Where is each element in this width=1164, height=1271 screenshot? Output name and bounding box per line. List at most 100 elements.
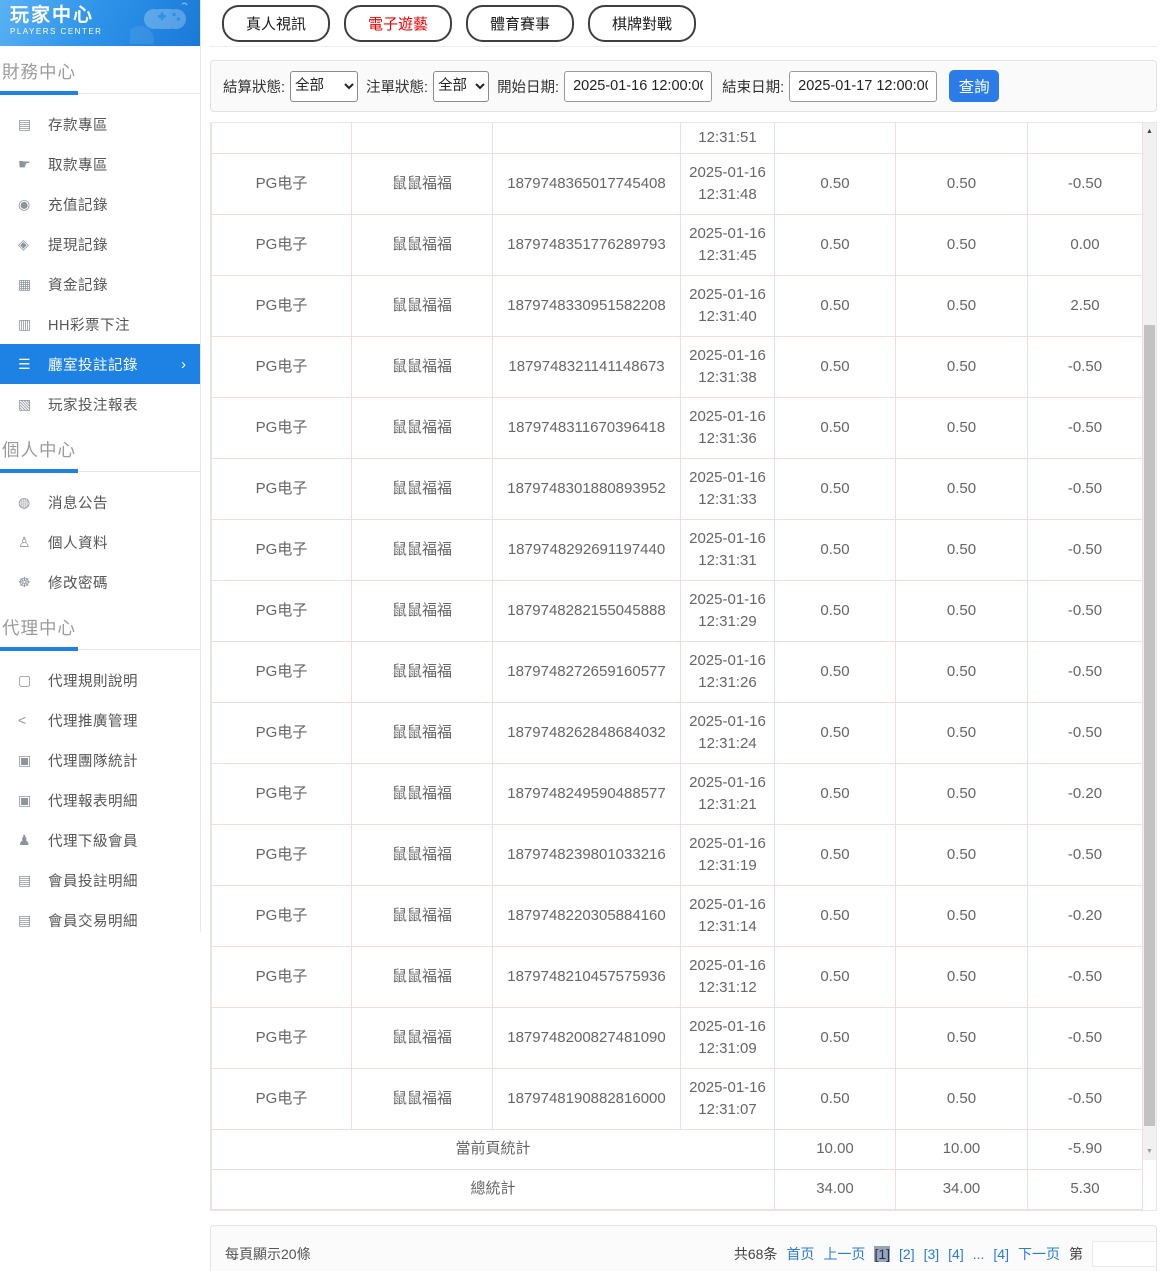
sidebar-section-personal: 個人中心 ◍消息公告♙個人資料☸修改密碼 [0,437,200,602]
sidebar-item-label: 消息公告 [48,492,108,513]
sidebar-item-agent-report-detail[interactable]: ▣代理報表明細 [0,780,200,820]
page-link[interactable]: ... [973,1246,985,1262]
sidebar-item-label: 資金記錄 [48,274,108,295]
cell-datetime: 2025-01-1612:31:09 [681,1007,775,1068]
cell-bet: 0.50 [775,519,896,580]
cell-profit: -0.50 [1028,458,1143,519]
cell-datetime: 2025-01-1612:31:38 [681,336,775,397]
sidebar-item-label: 代理規則說明 [48,670,138,691]
cell-profit [1028,123,1143,153]
section-heading: 個人中心 [2,437,200,462]
sidebar-item-funds-record[interactable]: ▦資金記錄 [0,264,200,304]
scroll-up-arrow-icon[interactable]: ▲ [1143,124,1156,139]
sidebar-item-agent-promotion[interactable]: <代理推廣管理 [0,700,200,740]
sidebar-item-hh-lottery-bet[interactable]: ▥HH彩票下注 [0,304,200,344]
cell-profit: -0.50 [1028,336,1143,397]
sidebar-item-member-transaction-detail[interactable]: ▤會員交易明細 [0,900,200,940]
withdraw-record-icon: ◈ [18,236,48,253]
cell-datetime: 2025-01-1612:31:48 [681,153,775,214]
sidebar-item-player-bet-report[interactable]: ▧玩家投注報表 [0,384,200,424]
scroll-down-arrow-icon[interactable]: ▼ [1143,1144,1156,1159]
page-link[interactable]: [4] [948,1246,964,1262]
sidebar-item-change-password[interactable]: ☸修改密碼 [0,562,200,602]
settle-status-label: 結算狀態: [223,76,285,97]
cell-valid-bet: 0.50 [896,580,1028,641]
pagination: 共68条 首页 上一页 [1][2][3][4]...[4] 下一页 第 [734,1241,1156,1267]
tab-live-video[interactable]: 真人視訊 [222,5,330,42]
cell-profit: -0.20 [1028,763,1143,824]
settle-status-select[interactable]: 全部 [290,71,358,102]
grand-total-label: 總統計 [212,1169,775,1209]
sidebar-item-label: 充值記錄 [48,194,108,215]
page-link[interactable]: [3] [924,1246,940,1262]
cell-game: PG电子 [212,885,352,946]
table-row: PG电子鼠鼠福福18797482398010332162025-01-1612:… [212,824,1143,885]
sidebar-item-label: 代理報表明細 [48,790,138,811]
sidebar: 玩家中心 PLAYERS CENTER 財務中心 [0,0,201,932]
scrollbar-thumb[interactable] [1144,325,1155,1126]
cell-valid-bet: 0.50 [896,1007,1028,1068]
sidebar-item-room-bet-record[interactable]: ☰廳室投註記錄› [0,344,200,384]
sidebar-item-notice[interactable]: ◍消息公告 [0,482,200,522]
sidebar-item-label: 代理下級會員 [48,830,138,851]
cell-datetime: 2025-01-1612:31:29 [681,580,775,641]
sidebar-item-withdraw-area[interactable]: ☛取款專區 [0,144,200,184]
start-date-input[interactable] [564,71,712,102]
next-page-link[interactable]: 下一页 [1018,1244,1060,1264]
jump-to-page-input[interactable] [1092,1241,1157,1267]
sidebar-item-deposit-area[interactable]: ▤存款專區 [0,104,200,144]
section-heading: 代理中心 [2,615,200,640]
grand-total-bet: 34.00 [775,1169,896,1209]
end-date-input[interactable] [789,71,937,102]
sidebar-item-agent-sub-members[interactable]: ♟代理下級會員 [0,820,200,860]
cell-bet: 0.50 [775,1068,896,1129]
cell-bet: 0.50 [775,153,896,214]
list-doc-icon: ▤ [18,912,48,929]
cell-valid-bet: 0.50 [896,519,1028,580]
table-row: PG电子鼠鼠福福18797483018808939522025-01-1612:… [212,458,1143,519]
sidebar-item-label: 修改密碼 [48,572,108,593]
sidebar-item-withdraw-record[interactable]: ◈提現記錄 [0,224,200,264]
table-row-partial: 12:31:51 [212,123,1143,153]
cell-game: PG电子 [212,153,352,214]
sidebar-item-member-bet-detail[interactable]: ▤會員投註明細 [0,860,200,900]
cell-order-id: 1879748249590488577 [493,763,681,824]
page-link[interactable]: [4] [993,1246,1009,1262]
document-icon: ▢ [18,672,48,689]
cell-profit: 2.50 [1028,275,1143,336]
page-link-current[interactable]: [1] [874,1246,890,1262]
order-status-select[interactable]: 全部 [433,71,489,102]
cell-valid-bet: 0.50 [896,214,1028,275]
cell-order-id: 1879748210457575936 [493,946,681,1007]
sidebar-item-label: 玩家投注報表 [48,394,138,415]
sidebar-item-recharge-record[interactable]: ◉充值記錄 [0,184,200,224]
sidebar-item-label: 廳室投註記錄 [48,354,138,375]
search-button[interactable]: 查詢 [949,70,999,102]
sidebar-item-profile[interactable]: ♙個人資料 [0,522,200,562]
sidebar-section-finance: 財務中心 ▤存款專區☛取款專區◉充值記錄◈提現記錄▦資金記錄▥HH彩票下注☰廳室… [0,59,200,424]
first-page-link[interactable]: 首页 [786,1244,814,1264]
cell-profit: -0.50 [1028,153,1143,214]
cell-order-id: 1879748190882816000 [493,1068,681,1129]
funds-record-icon: ▦ [18,276,48,293]
sidebar-item-agent-team-stats[interactable]: ▣代理團隊統計 [0,740,200,780]
room-bet-record-icon: ☰ [18,356,48,373]
sidebar-item-agent-rules[interactable]: ▢代理規則說明 [0,660,200,700]
brand-header: 玩家中心 PLAYERS CENTER [0,0,200,46]
cell-player: 鼠鼠福福 [352,153,493,214]
tab-electronic-games[interactable]: 電子遊藝 [344,5,452,42]
gamepad-icon [130,2,194,46]
start-date-label: 開始日期: [497,76,559,97]
cell-game: PG电子 [212,214,352,275]
people-icon: ♟ [18,832,48,849]
cell-valid-bet: 0.50 [896,702,1028,763]
tab-sports-events[interactable]: 體育賽事 [466,5,574,42]
table-row: PG电子鼠鼠福福18797483650177454082025-01-1612:… [212,153,1143,214]
prev-page-link[interactable]: 上一页 [823,1244,865,1264]
list-doc-icon: ▤ [18,872,48,889]
section-underline [0,93,200,94]
cell-datetime: 2025-01-1612:31:12 [681,946,775,1007]
page-link[interactable]: [2] [899,1246,915,1262]
tab-board-card-battle[interactable]: 棋牌對戰 [588,5,696,42]
cell-player: 鼠鼠福福 [352,458,493,519]
